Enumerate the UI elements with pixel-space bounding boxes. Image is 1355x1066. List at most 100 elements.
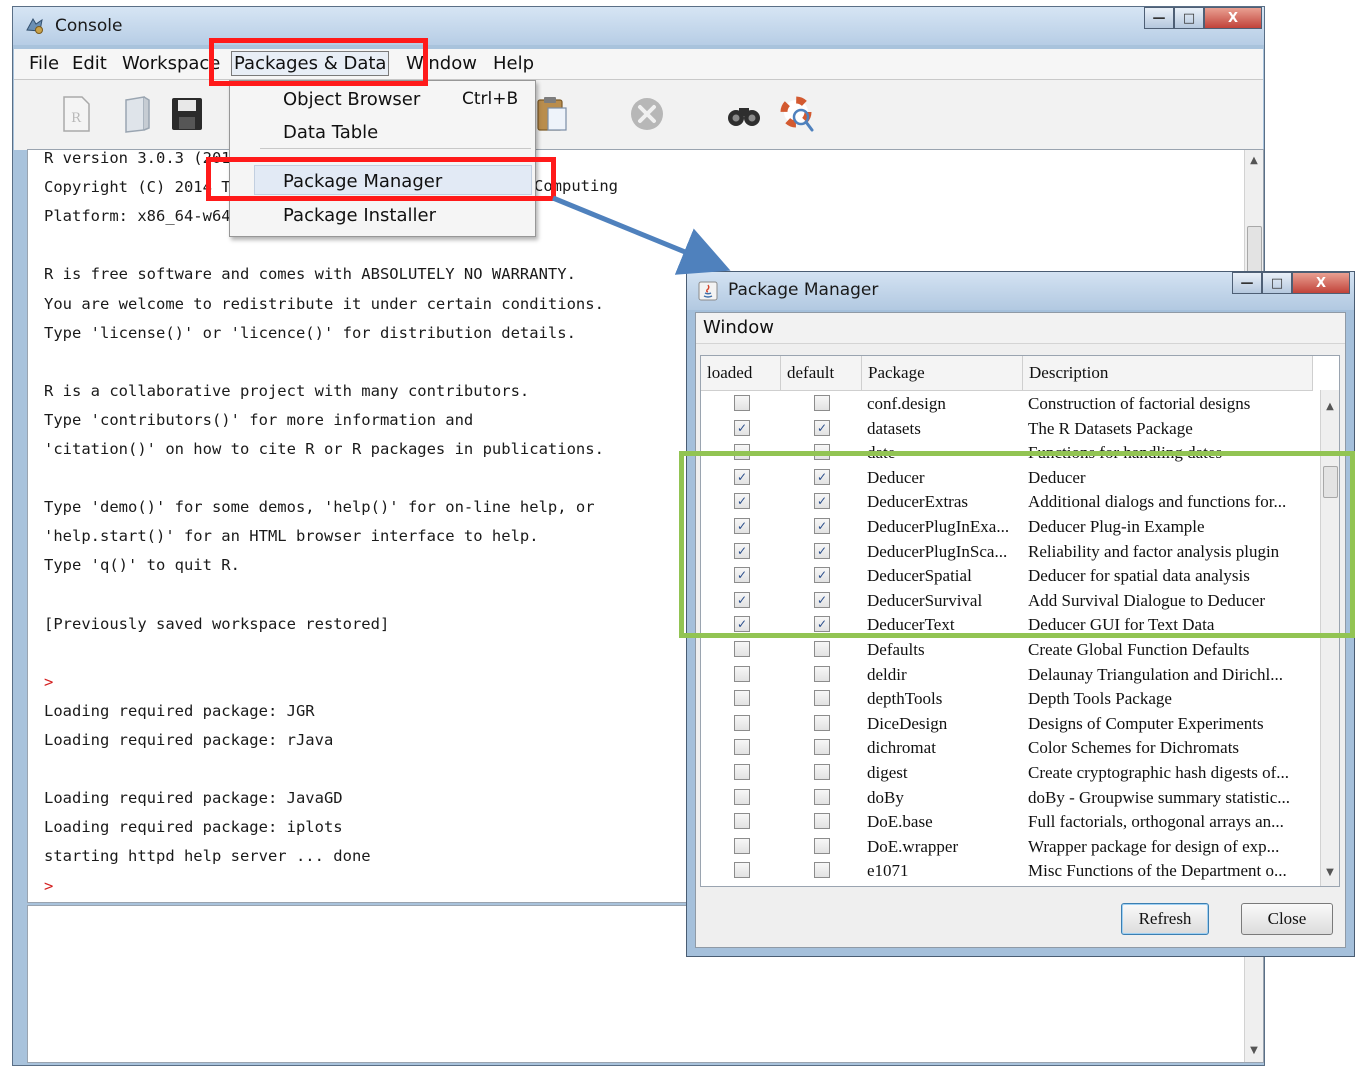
svg-text:R: R [71, 111, 82, 126]
console-titlebar[interactable]: Console — □ X [13, 7, 1264, 45]
package-name: digest [867, 763, 908, 782]
find-icon[interactable] [726, 94, 762, 134]
package-row[interactable]: DoE.base Full factorials, orthogonal arra… [701, 810, 1313, 835]
loaded-checkbox[interactable] [734, 837, 750, 854]
package-name: depthTools [867, 689, 943, 709]
package-name: conf.design [867, 394, 946, 413]
pm-minimize-button[interactable]: — [1232, 272, 1262, 294]
package-manager-titlebar[interactable]: Package Manager — □ X [687, 272, 1354, 310]
package-description: Color Schemes for Dichromats [1028, 738, 1240, 758]
default-checkbox[interactable] [814, 690, 830, 707]
console-title: Console [55, 16, 123, 36]
new-script-icon[interactable]: R [58, 94, 94, 134]
r-app-icon [26, 17, 43, 34]
default-checkbox[interactable] [814, 665, 830, 682]
column-package[interactable]: Package [862, 356, 1023, 390]
console-toolbar: R [14, 80, 1263, 150]
default-checkbox[interactable] [814, 739, 830, 756]
package-manager-menubar: Window [696, 313, 1345, 344]
package-row[interactable]: e1071 Misc Functions of the Department o.… [701, 859, 1313, 884]
maximize-button[interactable]: □ [1174, 7, 1204, 29]
column-description[interactable]: Description [1023, 356, 1313, 390]
menu-workspace[interactable]: Workspace [120, 53, 222, 74]
package-row[interactable]: doBy doBy - Groupwise summary statistic..… [701, 786, 1313, 811]
default-checkbox[interactable] [814, 641, 830, 657]
pm-menu-window[interactable]: Window [701, 317, 776, 338]
default-checkbox[interactable] [814, 837, 830, 854]
package-row[interactable]: DiceDesign Designs of Computer Experiment… [701, 712, 1313, 737]
package-description: Designs of Computer Experiments [1028, 713, 1264, 733]
package-row[interactable]: digest Create cryptographic hash digests … [701, 761, 1313, 786]
refresh-button[interactable]: Refresh [1121, 903, 1209, 935]
minimize-button[interactable]: — [1144, 7, 1174, 29]
help-lifebuoy-icon[interactable] [779, 94, 815, 134]
menu-item-package-installer[interactable]: Package Installer [283, 205, 436, 226]
console-output-line: 'citation()' on how to cite R or R packa… [44, 440, 604, 458]
pm-close-window-button[interactable]: X [1292, 272, 1350, 294]
package-name: doBy [867, 787, 904, 807]
default-checkbox[interactable] [814, 862, 830, 879]
package-row[interactable]: DoE.wrapper Wrapper package for design of… [701, 835, 1313, 860]
default-checkbox[interactable]: ✓ [814, 419, 830, 436]
close-button[interactable]: X [1204, 7, 1262, 29]
column-loaded[interactable]: loaded [701, 356, 781, 390]
package-name: datasets [867, 418, 921, 438]
default-checkbox[interactable] [814, 395, 830, 411]
save-icon[interactable] [169, 94, 205, 134]
menu-file[interactable]: File [27, 53, 61, 74]
pm-maximize-button[interactable]: □ [1262, 272, 1292, 294]
menu-edit[interactable]: Edit [70, 53, 109, 74]
package-row[interactable]: depthTools Depth Tools Package [701, 687, 1313, 712]
loaded-checkbox[interactable]: ✓ [734, 419, 750, 436]
loaded-checkbox[interactable] [734, 665, 750, 682]
package-name: DoE.wrapper [867, 836, 959, 856]
loaded-checkbox[interactable] [734, 813, 750, 830]
open-file-icon[interactable] [118, 94, 154, 134]
package-row[interactable]: ✓ ✓ datasets The R Datasets Package [701, 417, 1313, 442]
menu-item-data-table[interactable]: Data Table [283, 122, 378, 143]
loaded-checkbox[interactable] [734, 862, 750, 879]
scroll-up-arrow-icon[interactable]: ▲ [1245, 152, 1263, 170]
package-name: DoE.base [867, 812, 933, 832]
stop-icon[interactable] [629, 94, 665, 134]
package-description: Create cryptographic hash digests of... [1028, 763, 1290, 782]
package-description: Create Global Function Defaults [1028, 640, 1250, 659]
paste-icon[interactable] [534, 94, 570, 134]
console-output-line: Type 'contributors()' for more informati… [44, 410, 474, 429]
package-description: Misc Functions of the Department o... [1028, 861, 1287, 881]
package-name: Defaults [867, 640, 925, 659]
loaded-checkbox[interactable] [734, 690, 750, 707]
pm-scroll-down-arrow-icon[interactable]: ▼ [1321, 864, 1339, 882]
package-description: Full factorials, orthogonal arrays an... [1028, 812, 1284, 832]
package-description: Delaunay Triangulation and Dirichl... [1028, 664, 1283, 684]
package-description: Construction of factorial designs [1028, 394, 1251, 413]
loaded-checkbox[interactable] [734, 641, 750, 657]
loaded-checkbox[interactable] [734, 788, 750, 805]
package-row[interactable]: Defaults Create Global Function Defaults [701, 638, 1313, 663]
package-description: Wrapper package for design of exp... [1028, 836, 1280, 856]
loaded-checkbox[interactable] [734, 714, 750, 731]
pm-scroll-up-arrow-icon[interactable]: ▲ [1321, 398, 1339, 416]
package-row[interactable]: deldir Delaunay Triangulation and Dirichl… [701, 663, 1313, 688]
default-checkbox[interactable] [814, 764, 830, 780]
default-checkbox[interactable] [814, 714, 830, 731]
default-checkbox[interactable] [814, 788, 830, 805]
loaded-checkbox[interactable] [734, 764, 750, 780]
console-output-line: R is a collaborative project with many c… [44, 381, 530, 400]
package-row[interactable]: dichromat Color Schemes for Dichromats [701, 736, 1313, 761]
package-name: DiceDesign [867, 713, 948, 733]
console-menubar: File Edit Workspace Packages & Data Wind… [14, 49, 1263, 80]
column-default[interactable]: default [781, 356, 862, 390]
package-row[interactable]: conf.design Construction of factorial des… [701, 392, 1313, 417]
loaded-checkbox[interactable] [734, 395, 750, 411]
console-output-line: Type 'demo()' for some demos, 'help()' f… [44, 498, 595, 517]
close-button[interactable]: Close [1241, 903, 1333, 935]
scroll-down-arrow-icon[interactable]: ▼ [1245, 1042, 1263, 1060]
package-name: deldir [867, 664, 907, 684]
loaded-checkbox[interactable] [734, 739, 750, 756]
default-checkbox[interactable] [814, 813, 830, 830]
console-output-line: starting httpd help server ... done [44, 847, 371, 866]
menu-help[interactable]: Help [491, 53, 536, 74]
console-output-line: R is free software and comes with ABSOLU… [44, 265, 576, 284]
menu-item-object-browser[interactable]: Object Browser [283, 89, 420, 110]
